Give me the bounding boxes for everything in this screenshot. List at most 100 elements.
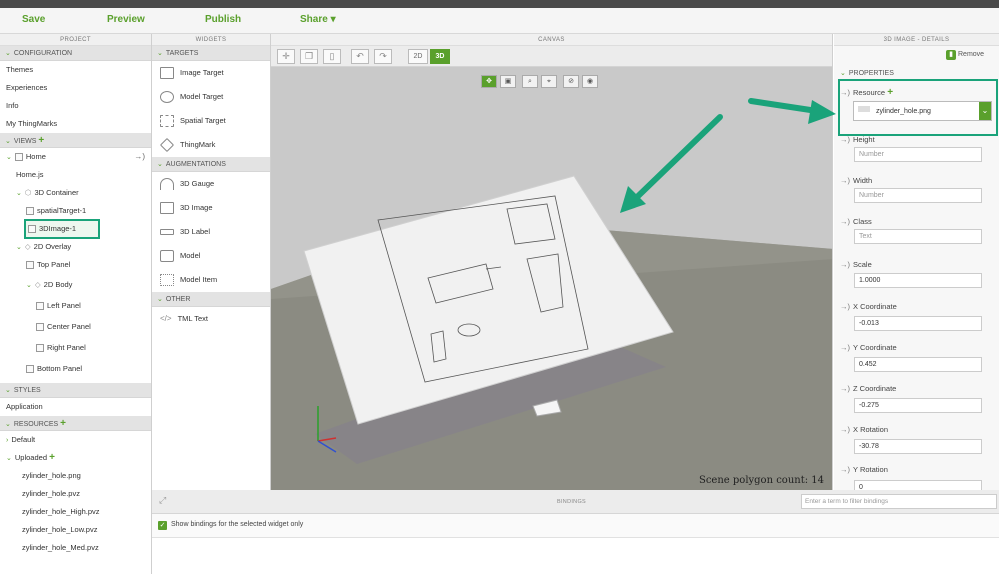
binding-arrow-icon[interactable]: →)	[840, 384, 850, 393]
resource-file[interactable]: zylinder_hole.png	[0, 467, 151, 485]
widget-3d-label[interactable]: 3D Label	[152, 220, 270, 244]
save-button[interactable]: Save	[22, 14, 45, 25]
zoom-select-icon[interactable]: ⌖	[541, 75, 557, 88]
tree-item-center-panel-label: Center Panel	[47, 322, 91, 331]
eye-icon[interactable]: ◉	[582, 75, 598, 88]
chevron-down-icon[interactable]: ⌄	[979, 102, 991, 120]
widgets-panel-title: WIDGETS	[152, 34, 270, 46]
binding-arrow-icon[interactable]: →)	[840, 217, 850, 226]
widget-3d-gauge[interactable]: 3D Gauge	[152, 172, 270, 196]
z-coordinate-input[interactable]: -0.275	[854, 398, 982, 413]
binding-arrow-icon[interactable]: →)	[840, 135, 850, 144]
add-view-icon[interactable]: +	[38, 135, 44, 146]
bindings-filter-input[interactable]: Enter a term to filter bindings	[801, 494, 997, 509]
resource-folder-default[interactable]: › Default	[0, 431, 151, 449]
style-item-application[interactable]: Application	[0, 398, 151, 416]
binding-arrow-icon[interactable]: →)	[840, 176, 850, 185]
binding-arrow-icon[interactable]: →)	[134, 148, 145, 166]
tree-item-2d-overlay[interactable]: ⌄ ◇ 2D Overlay	[0, 238, 151, 256]
binding-arrow-icon[interactable]: →)	[840, 302, 850, 311]
widget-spatial-target[interactable]: Spatial Target	[152, 109, 270, 133]
cube-icon: ⬡	[24, 188, 32, 197]
targets-section[interactable]: ⌄ TARGETS	[152, 46, 270, 61]
binding-arrow-icon[interactable]: →)	[840, 88, 850, 97]
preview-button[interactable]: Preview	[107, 14, 145, 25]
frame-icon[interactable]: ▣	[500, 75, 516, 88]
binding-arrow-icon[interactable]: →)	[840, 425, 850, 434]
widget-thingmark[interactable]: ThingMark	[152, 133, 270, 157]
add-resource-icon[interactable]: +	[887, 87, 893, 98]
views-section[interactable]: ⌄ VIEWS +	[0, 133, 151, 148]
styles-section[interactable]: ⌄ STYLES	[0, 383, 151, 398]
config-item-thingmarks[interactable]: My ThingMarks	[0, 115, 151, 133]
height-input[interactable]: Number	[854, 147, 982, 162]
view-home[interactable]: ⌄ Home →)	[0, 148, 151, 166]
remove-label: Remove	[958, 51, 985, 58]
class-label-text: Class	[853, 217, 872, 226]
widgets-panel: WIDGETS ⌄ TARGETS Image Target Model Targ…	[152, 34, 271, 490]
add-upload-icon[interactable]: +	[49, 452, 55, 463]
tree-item-spatial-target[interactable]: spatialTarget-1	[0, 202, 151, 220]
move-icon[interactable]: ✥	[481, 75, 497, 88]
widget-image-target[interactable]: Image Target	[152, 61, 270, 85]
canvas-area[interactable]: CANVAS ✛ ❐ ▯ ↶ ↷ 2D 3D ✥ ▣ ⌕ ⌖ ⊘ ◉ Scene…	[271, 34, 833, 490]
tree-item-2d-body[interactable]: ⌄ ◇ 2D Body	[0, 274, 151, 295]
width-input[interactable]: Number	[854, 188, 982, 203]
augmentations-section[interactable]: ⌄ AUGMENTATIONS	[152, 157, 270, 172]
binding-arrow-icon[interactable]: →)	[840, 260, 850, 269]
widget-model-item-label: Model Item	[180, 275, 218, 284]
tree-item-3d-container[interactable]: ⌄ ⬡ 3D Container	[0, 184, 151, 202]
panel-icon	[26, 261, 34, 270]
resources-label: RESOURCES	[13, 421, 59, 428]
x-rotation-input[interactable]: -30.78	[854, 439, 982, 454]
configuration-section[interactable]: ⌄ CONFIGURATION	[0, 46, 151, 61]
resource-file[interactable]: zylinder_hole_Low.pvz	[0, 521, 151, 539]
widget-tml-text[interactable]: </> TML Text	[152, 307, 270, 331]
expand-icon[interactable]: ⤢	[159, 495, 166, 506]
resources-section[interactable]: ⌄ RESOURCES +	[0, 416, 151, 431]
widget-model-item[interactable]: Model Item	[152, 268, 270, 292]
config-item-info[interactable]: Info	[0, 97, 151, 115]
widget-model[interactable]: Model	[152, 244, 270, 268]
tree-item-bottom-panel[interactable]: Bottom Panel	[0, 358, 151, 379]
resource-folder-uploaded[interactable]: ⌄ Uploaded +	[0, 449, 151, 467]
other-section[interactable]: ⌄ OTHER	[152, 292, 270, 307]
tree-item-top-panel[interactable]: Top Panel	[0, 256, 151, 274]
add-resource-icon[interactable]: +	[60, 418, 66, 429]
tree-item-left-panel[interactable]: Left Panel	[0, 295, 151, 316]
remove-button[interactable]: ▮ Remove	[946, 50, 984, 60]
class-input[interactable]: Text	[854, 229, 982, 244]
zoom-fit-icon[interactable]: ⌕	[522, 75, 538, 88]
scale-input[interactable]: 1.0000	[854, 273, 982, 288]
widget-spatial-target-label: Spatial Target	[180, 116, 226, 125]
tree-item-center-panel[interactable]: Center Panel	[0, 316, 151, 337]
resource-select[interactable]: zylinder_hole.png ⌄	[853, 101, 992, 121]
resource-file[interactable]: zylinder_hole.pvz	[0, 485, 151, 503]
tree-item-3dimage[interactable]: 3DImage-1	[0, 219, 151, 239]
config-item-experiences[interactable]: Experiences	[0, 79, 151, 97]
widget-3d-image[interactable]: 3D Image	[152, 196, 270, 220]
hide-icon[interactable]: ⊘	[563, 75, 579, 88]
caret-down-icon: ⌄	[5, 421, 11, 428]
show-selected-checkbox[interactable]: ✓	[158, 521, 167, 530]
3d-scene[interactable]	[271, 34, 833, 490]
views-label: VIEWS	[13, 138, 37, 145]
resource-file[interactable]: zylinder_hole_Med.pvz	[0, 539, 151, 557]
y-rotation-input[interactable]: 0	[854, 480, 982, 490]
publish-button[interactable]: Publish	[205, 14, 241, 25]
y-coordinate-label: →) Y Coordinate	[840, 343, 897, 352]
x-coordinate-input[interactable]: -0.013	[854, 316, 982, 331]
y-coordinate-input[interactable]: 0.452	[854, 357, 982, 372]
x-rotation-label: →) X Rotation	[840, 425, 888, 434]
binding-arrow-icon[interactable]: →)	[840, 343, 850, 352]
config-item-themes[interactable]: Themes	[0, 61, 151, 79]
widget-model-target[interactable]: Model Target	[152, 85, 270, 109]
label-icon	[160, 229, 174, 236]
tree-item-homejs[interactable]: Home.js	[0, 166, 151, 184]
binding-arrow-icon[interactable]: →)	[840, 465, 850, 474]
share-button[interactable]: Share ▾	[300, 14, 336, 25]
tree-item-right-panel-label: Right Panel	[47, 343, 86, 352]
resource-file[interactable]: zylinder_hole_High.pvz	[0, 503, 151, 521]
tree-item-right-panel[interactable]: Right Panel	[0, 337, 151, 358]
view-icon	[14, 153, 23, 162]
